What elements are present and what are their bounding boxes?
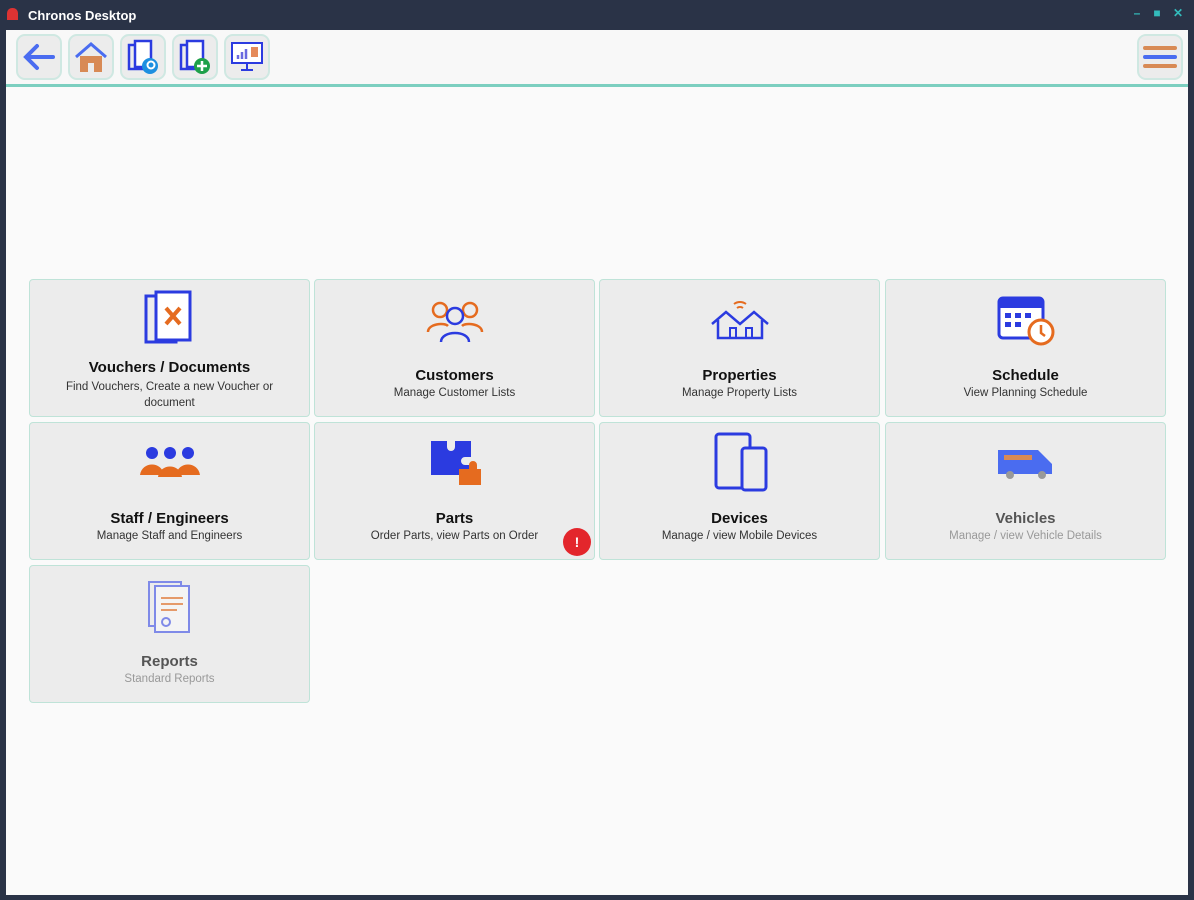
documents-tools-icon — [144, 290, 191, 344]
puzzle-icon — [430, 441, 481, 485]
tile-title: Reports — [141, 653, 198, 670]
find-document-button[interactable] — [120, 34, 166, 80]
maximize-button[interactable]: ■ — [1152, 7, 1162, 19]
report-icon — [147, 581, 190, 633]
tile-subtitle: Manage / view Vehicle Details — [949, 530, 1102, 542]
tile-title: Staff / Engineers — [110, 510, 229, 527]
back-icon — [23, 44, 55, 70]
minimize-button[interactable]: – — [1132, 7, 1142, 19]
close-button[interactable]: ✕ — [1173, 7, 1183, 19]
alert-badge[interactable]: ! — [563, 528, 591, 556]
hamburger-menu-icon — [1143, 46, 1177, 68]
tile-title: Devices — [711, 510, 768, 527]
back-button[interactable] — [16, 34, 62, 80]
tile-parts[interactable]: Parts Order Parts, view Parts on Order ! — [314, 422, 595, 560]
tile-reports[interactable]: Reports Standard Reports — [29, 565, 310, 703]
tile-subtitle: Manage / view Mobile Devices — [661, 530, 818, 542]
tile-subtitle: Find Vouchers, Create a new Voucher or d… — [65, 381, 274, 409]
tile-title: Vouchers / Documents — [88, 359, 251, 376]
tile-subtitle: Manage Customer Lists — [393, 387, 516, 399]
tile-properties[interactable]: Properties Manage Property Lists — [599, 279, 880, 417]
tile-title: Schedule — [992, 367, 1059, 384]
tile-title: Vehicles — [995, 510, 1056, 527]
new-document-button[interactable] — [172, 34, 218, 80]
houses-icon — [710, 301, 769, 340]
home-button[interactable] — [68, 34, 114, 80]
find-document-icon — [127, 39, 158, 74]
dashboard-icon — [231, 42, 263, 71]
tile-schedule[interactable]: Schedule View Planning Schedule — [885, 279, 1166, 417]
tile-subtitle: Order Parts, view Parts on Order — [370, 530, 539, 542]
window-title: Chronos Desktop — [28, 8, 137, 23]
tile-vehicles[interactable]: Vehicles Manage / view Vehicle Details — [885, 422, 1166, 560]
staff-group-icon — [139, 447, 200, 477]
tile-customers[interactable]: Customers Manage Customer Lists — [314, 279, 595, 417]
tile-subtitle: View Planning Schedule — [963, 387, 1088, 399]
home-icon — [75, 42, 107, 72]
title-bar: Chronos Desktop – ■ ✕ — [0, 0, 1194, 30]
dashboard-button[interactable] — [224, 34, 270, 80]
new-document-icon — [179, 39, 210, 74]
tile-title: Parts — [435, 510, 474, 527]
tile-staff-engineers[interactable]: Staff / Engineers Manage Staff and Engin… — [29, 422, 310, 560]
tile-subtitle: Manage Property Lists — [681, 387, 798, 399]
tile-subtitle: Manage Staff and Engineers — [96, 530, 243, 542]
toolbar — [6, 30, 1188, 87]
app-icon — [7, 8, 18, 20]
devices-icon — [714, 432, 767, 492]
customers-icon — [426, 301, 483, 343]
van-icon — [997, 450, 1052, 479]
menu-button[interactable] — [1137, 34, 1183, 80]
tile-subtitle: Standard Reports — [124, 673, 215, 685]
calendar-clock-icon — [997, 296, 1054, 346]
tile-devices[interactable]: Devices Manage / view Mobile Devices — [599, 422, 880, 560]
tile-title: Customers — [415, 367, 494, 384]
main-window: Vouchers / Documents Find Vouchers, Crea… — [6, 30, 1188, 895]
tile-title: Properties — [702, 367, 777, 384]
tile-vouchers-documents[interactable]: Vouchers / Documents Find Vouchers, Crea… — [29, 279, 310, 417]
